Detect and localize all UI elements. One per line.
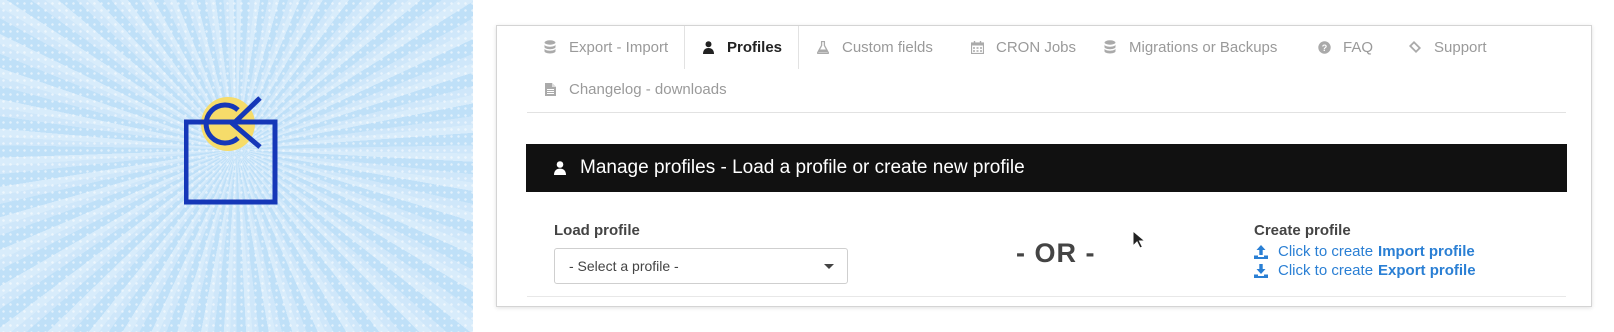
create-import-profile-link[interactable]: Click to create Import profile [1254, 243, 1475, 260]
link-bold-text: Import profile [1378, 243, 1475, 260]
ticket-icon [1408, 40, 1422, 54]
tab-changelog-downloads[interactable]: Changelog - downloads [543, 68, 727, 110]
divider [527, 296, 1566, 297]
tab-cron-jobs[interactable]: CRON Jobs [970, 26, 1076, 68]
load-profile-label: Load profile [554, 222, 640, 239]
database-icon [543, 40, 557, 54]
user-icon [554, 161, 566, 175]
tab-faq[interactable]: ? FAQ [1317, 26, 1373, 68]
tab-label: Changelog - downloads [569, 80, 727, 98]
tab-label: Profiles [727, 39, 783, 56]
database-icon [1103, 40, 1117, 54]
create-export-profile-link[interactable]: Click to create Export profile [1254, 262, 1476, 279]
flask-icon [816, 40, 830, 54]
caret-down-icon [824, 264, 834, 269]
tab-label: Export - Import [569, 38, 669, 56]
plugin-banner [0, 0, 473, 332]
tab-label: Migrations or Backups [1129, 38, 1278, 56]
tab-bar: Export - Import Profiles Custom fields C… [527, 26, 1566, 113]
plugin-logo-icon [184, 96, 278, 205]
section-header: Manage profiles - Load a profile or crea… [526, 144, 1567, 192]
upload-icon [1254, 244, 1268, 259]
tab-label: Support [1434, 38, 1487, 56]
tab-support[interactable]: Support [1408, 26, 1487, 68]
create-profile-label: Create profile [1254, 222, 1351, 239]
settings-panel: Export - Import Profiles Custom fields C… [496, 25, 1592, 307]
profile-select[interactable]: - Select a profile - [554, 248, 848, 284]
link-prefix: Click to create [1278, 262, 1374, 279]
svg-text:?: ? [1321, 43, 1327, 53]
section-title: Manage profiles - Load a profile or crea… [580, 157, 1025, 178]
question-circle-icon: ? [1317, 40, 1331, 54]
download-icon [1254, 263, 1268, 278]
tab-export-import[interactable]: Export - Import [543, 26, 668, 68]
link-prefix: Click to create [1278, 243, 1374, 260]
profile-select-value: - Select a profile - [569, 258, 679, 274]
calendar-icon [970, 40, 984, 54]
or-separator: - OR - [1016, 238, 1096, 268]
tab-label: FAQ [1343, 38, 1374, 56]
tab-custom-fields[interactable]: Custom fields [816, 26, 933, 68]
tab-profiles[interactable]: Profiles [684, 26, 800, 69]
mouse-pointer-icon [1132, 230, 1146, 249]
tab-label: Custom fields [842, 38, 933, 56]
tab-label: CRON Jobs [996, 38, 1077, 56]
link-bold-text: Export profile [1378, 262, 1476, 279]
file-icon [543, 82, 557, 96]
tab-migrations-backups[interactable]: Migrations or Backups [1103, 26, 1277, 68]
user-icon [701, 41, 715, 55]
